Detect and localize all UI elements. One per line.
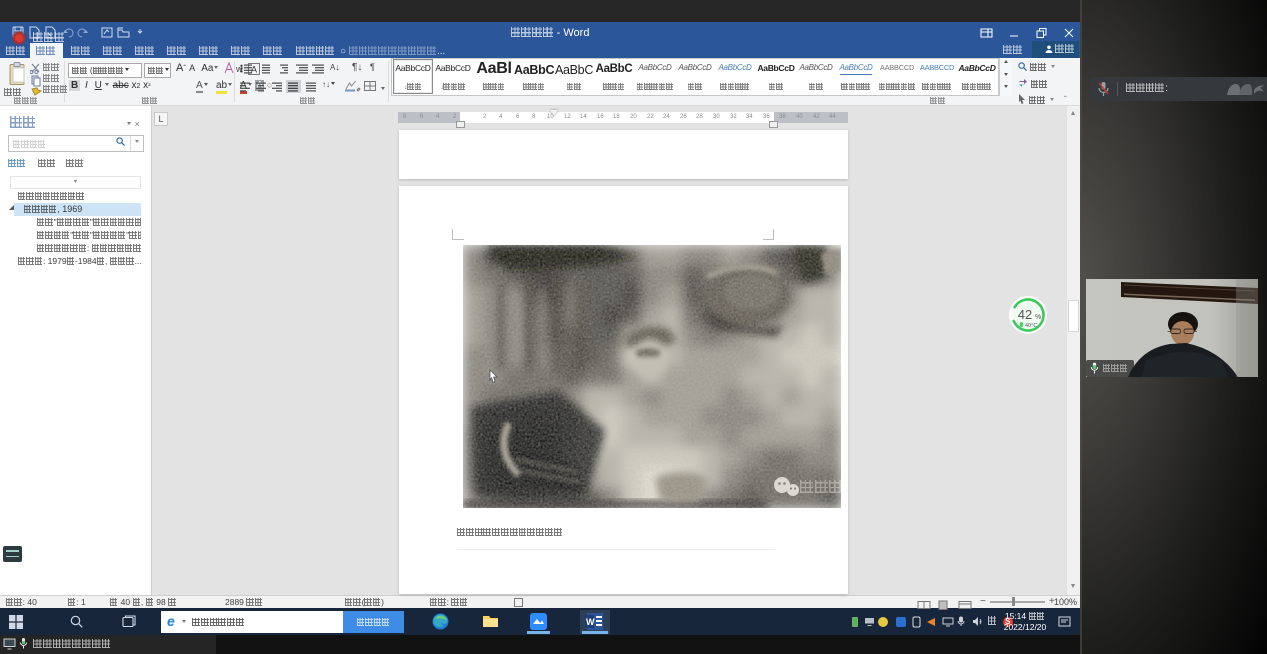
svg-text:%: %: [1035, 314, 1041, 321]
svg-text:40°C: 40°C: [1025, 323, 1037, 329]
svg-text:42: 42: [1018, 307, 1032, 322]
